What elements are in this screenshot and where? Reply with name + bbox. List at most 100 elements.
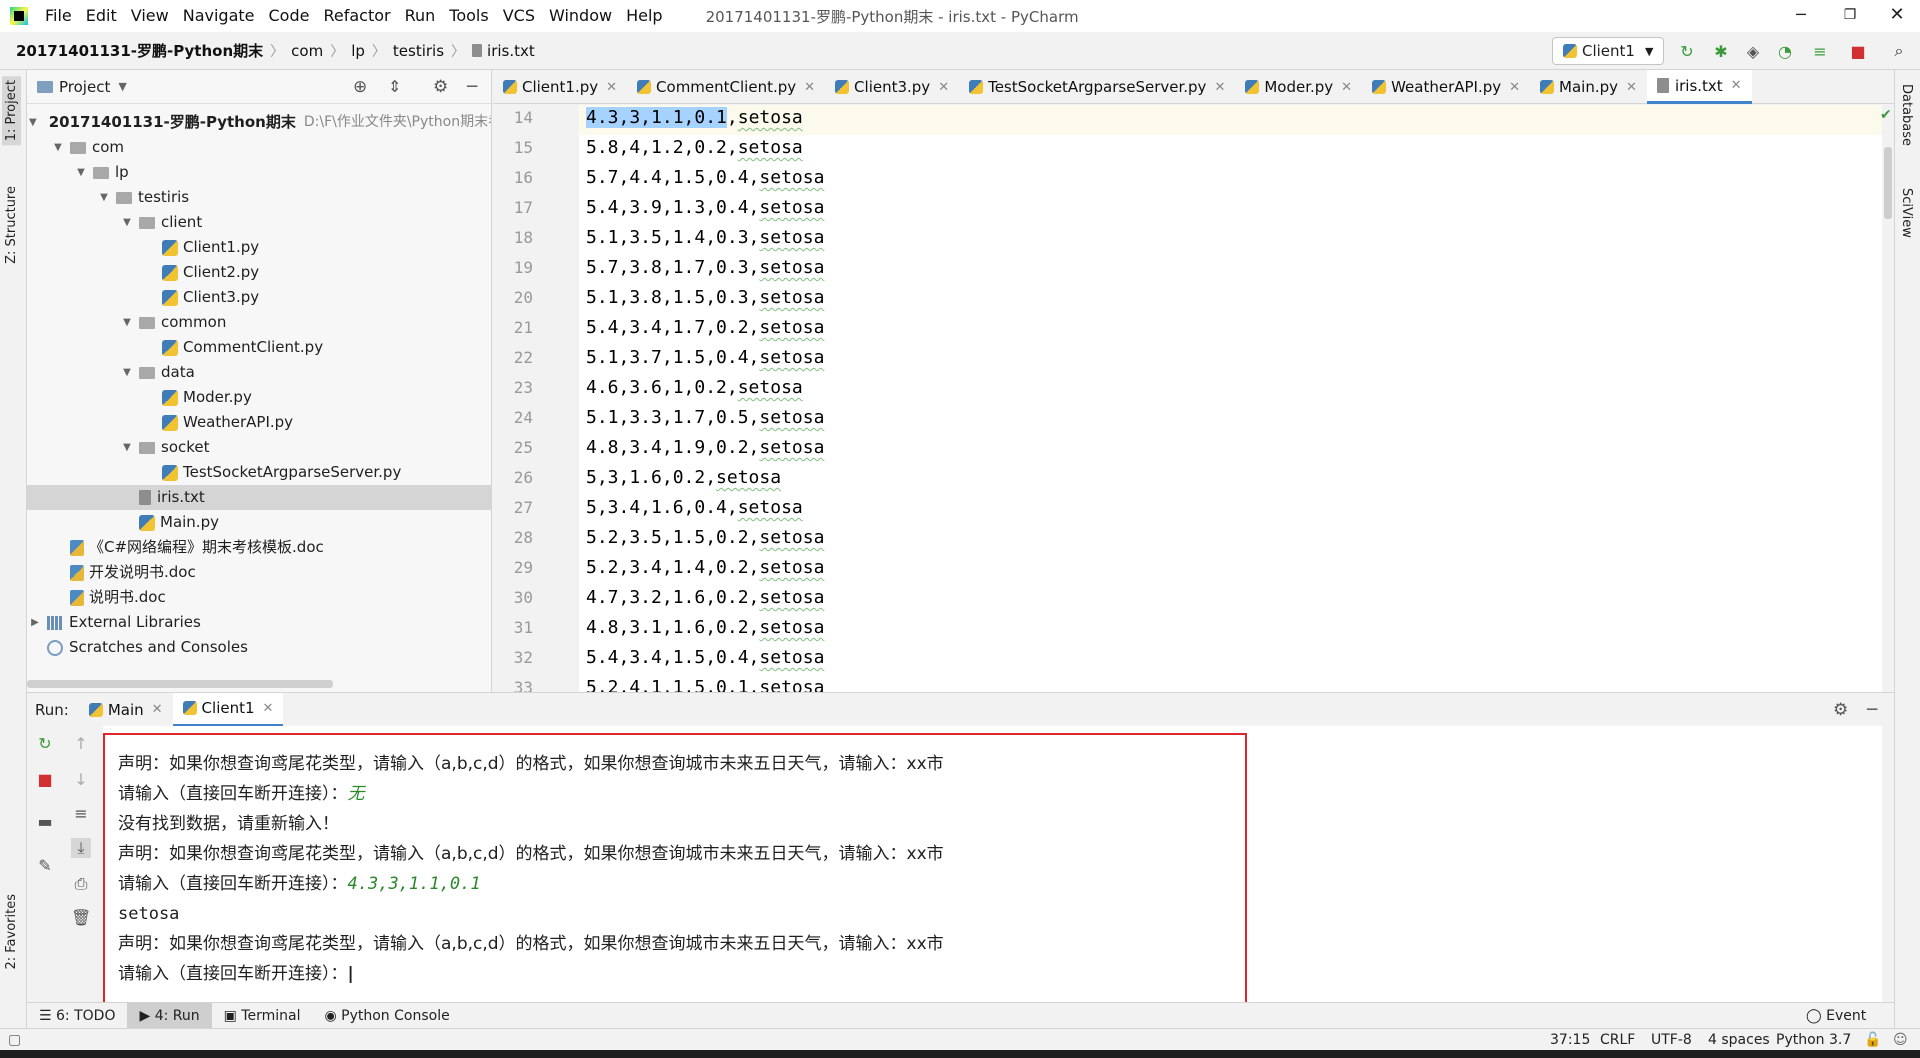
expand-arrow-icon[interactable]: ▼ (29, 110, 37, 135)
tree-item[interactable]: ▶ External Libraries (27, 610, 491, 635)
tree-item[interactable]: Client3.py (27, 285, 491, 310)
tree-item[interactable]: Moder.py (27, 385, 491, 410)
menu-code[interactable]: Code (262, 0, 317, 32)
maximize-button[interactable]: ❐ (1827, 0, 1873, 32)
code-line[interactable]: 4.7,3.2,1.6,0.2,setosa (586, 583, 824, 613)
gear-icon[interactable]: ⚙ (433, 77, 448, 97)
editor-scrollbar-thumb[interactable] (1884, 147, 1892, 219)
breadcrumb-item[interactable]: 20171401131-罗鹏-Python期末 (16, 40, 263, 61)
debug-icon[interactable]: ✱ (1711, 41, 1731, 61)
caret-position[interactable]: 37:15 (1550, 1029, 1590, 1051)
close-tab-icon[interactable]: ✕ (938, 80, 949, 95)
code-line[interactable]: 5.4,3.4,1.5,0.4,setosa (586, 643, 824, 673)
tree-item[interactable]: ▼ com (27, 135, 491, 160)
menu-view[interactable]: View (124, 0, 176, 32)
inspector-icon[interactable]: ☺ (1893, 1029, 1908, 1051)
tree-item[interactable]: ▼ client (27, 210, 491, 235)
editor-tab[interactable]: iris.txt ✕ (1646, 70, 1752, 104)
menu-tools[interactable]: Tools (442, 0, 495, 32)
search-icon[interactable]: ⌕ (1889, 41, 1909, 61)
favorites-tool-tab[interactable]: 2: Favorites (2, 890, 21, 974)
code-line[interactable]: 5.2,3.5,1.5,0.2,setosa (586, 523, 824, 553)
collapse-arrow-icon[interactable]: ▶ (29, 610, 41, 635)
collapse-all-icon[interactable]: ⇕ (388, 77, 401, 96)
tree-item[interactable]: iris.txt (27, 485, 491, 510)
sciview-tool-tab[interactable]: SciView (1899, 188, 1914, 238)
breadcrumb-item[interactable]: iris.txt (487, 42, 535, 60)
structure-tool-tab[interactable]: Z: Structure (2, 182, 21, 268)
expand-arrow-icon[interactable]: ▼ (75, 160, 87, 185)
code-line[interactable]: 5.4,3.4,1.7,0.2,setosa (586, 313, 824, 343)
rerun-icon[interactable]: ↻ (1677, 41, 1697, 61)
run-concurrency-icon[interactable]: ≡ (1810, 41, 1830, 61)
lock-icon[interactable]: 🔓 (1864, 1029, 1881, 1051)
window-toggle-icon[interactable]: ▢ (8, 1029, 21, 1051)
file-encoding[interactable]: UTF-8 (1651, 1029, 1692, 1051)
pin-icon[interactable]: ✎ (35, 856, 55, 876)
line-separator[interactable]: CRLF (1600, 1029, 1635, 1051)
horizontal-scrollbar[interactable] (27, 680, 333, 688)
expand-arrow-icon[interactable]: ▼ (121, 210, 133, 235)
menu-refactor[interactable]: Refactor (316, 0, 397, 32)
expand-arrow-icon[interactable]: ▼ (52, 135, 64, 160)
close-tab-icon[interactable]: ✕ (1214, 80, 1225, 95)
editor-tab[interactable]: Client1.py ✕ (493, 70, 627, 104)
todo-tool-button[interactable]: ☰ 6: TODO (27, 1003, 127, 1029)
run-tool-button[interactable]: ▶ 4: Run (127, 1002, 212, 1029)
editor[interactable]: 14 15 16 17 18 19 20 21 22 23 24 25 26 27 28 29 30 31 32 33… (493, 105, 1894, 692)
coverage-icon[interactable]: ◈ (1743, 41, 1763, 61)
editor-tab[interactable]: WeatherAPI.py ✕ (1362, 70, 1530, 104)
editor-tab[interactable]: TestSocketArgparseServer.py ✕ (959, 70, 1235, 104)
hide-icon[interactable]: ─ (467, 77, 477, 97)
close-tab-icon[interactable]: ✕ (1626, 80, 1637, 95)
expand-arrow-icon[interactable]: ▼ (121, 310, 133, 335)
editor-tab[interactable]: Main.py ✕ (1530, 70, 1647, 104)
close-button[interactable]: ✕ (1874, 0, 1920, 32)
close-tab-icon[interactable]: ✕ (606, 80, 617, 95)
code-line[interactable]: 4.6,3.6,1,0.2,setosa (586, 373, 803, 403)
breadcrumb-item[interactable]: lp (351, 42, 365, 60)
tree-item[interactable]: Client2.py (27, 260, 491, 285)
event-log-button[interactable]: ◯ Event Log (1794, 1003, 1894, 1050)
code-line[interactable]: 5.1,3.5,1.4,0.3,setosa (586, 223, 824, 253)
close-tab-icon[interactable]: ✕ (1731, 78, 1742, 93)
close-tab-icon[interactable]: ✕ (804, 80, 815, 95)
editor-tab[interactable]: CommentClient.py ✕ (627, 70, 825, 104)
gear-icon[interactable]: ⚙ (1833, 700, 1848, 720)
layout-icon[interactable]: ▬ (35, 812, 55, 832)
stop-icon[interactable]: ■ (1848, 41, 1868, 61)
close-tab-icon[interactable]: ✕ (1341, 80, 1352, 95)
code-line[interactable]: 5.7,3.8,1.7,0.3,setosa (586, 253, 824, 283)
tree-item[interactable]: ▼ 20171401131-罗鹏-Python期末 D:\F\作业文件夹\Pytho… (27, 110, 491, 135)
menu-help[interactable]: Help (619, 0, 669, 32)
run-tab[interactable]: Main ✕ (79, 693, 173, 727)
breadcrumb-item[interactable]: testiris (393, 42, 444, 60)
trash-icon[interactable]: 🗑 (71, 908, 91, 928)
project-tool-tab[interactable]: 1: Project (2, 76, 21, 146)
stop-icon[interactable]: ■ (35, 770, 55, 790)
close-tab-icon[interactable]: ✕ (152, 702, 163, 717)
menu-navigate[interactable]: Navigate (176, 0, 262, 32)
tree-item[interactable]: Client1.py (27, 235, 491, 260)
database-tool-tab[interactable]: Database (1899, 84, 1914, 146)
tree-item[interactable]: 开发说明书.doc (27, 560, 491, 585)
rerun-icon[interactable]: ↻ (35, 734, 55, 754)
expand-arrow-icon[interactable]: ▼ (121, 435, 133, 460)
code-line[interactable]: 5.4,3.9,1.3,0.4,setosa (586, 193, 824, 223)
run-config-selector[interactable]: Client1 ▼ (1552, 37, 1664, 65)
python-interpreter[interactable]: Python 3.7 (1776, 1029, 1851, 1051)
hide-icon[interactable]: ─ (1867, 700, 1877, 720)
tree-item[interactable]: Main.py (27, 510, 491, 535)
run-tab[interactable]: Client1 ✕ (172, 692, 284, 727)
minimize-button[interactable]: ─ (1778, 0, 1824, 32)
menu-file[interactable]: File (38, 0, 79, 32)
code-line[interactable]: 4.3,3,1.1,0.1,setosa (586, 105, 803, 133)
python-console-tool-button[interactable]: ◉ Python Console (312, 1003, 461, 1029)
expand-arrow-icon[interactable]: ▼ (121, 360, 133, 385)
locate-icon[interactable]: ⊕ (353, 77, 367, 97)
tree-item[interactable]: WeatherAPI.py (27, 410, 491, 435)
code-line[interactable]: 5.2,4.1,1.5,0.1,setosa (586, 673, 824, 692)
tree-item[interactable]: ▼ common (27, 310, 491, 335)
arrow-up-icon[interactable]: ↑ (71, 734, 91, 754)
terminal-tool-button[interactable]: ▣ Terminal (212, 1003, 313, 1029)
